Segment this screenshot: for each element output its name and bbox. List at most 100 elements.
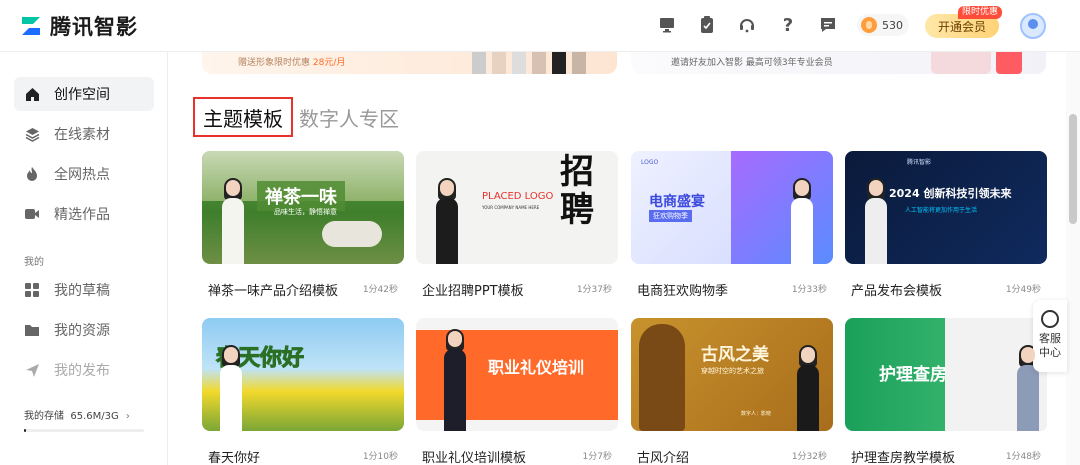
presenter-figure (797, 345, 819, 431)
sidebar-item-online-materials[interactable]: 在线素材 (14, 117, 154, 151)
banner-gift-box (996, 52, 1022, 74)
tab-digital-human[interactable]: 数字人专区 (299, 103, 399, 132)
template-card-ancient-style[interactable]: 古风之美 穿越时空的艺术之旅 数字人：影晓 古风介绍 1分32秒 (631, 318, 833, 465)
sidebar-item-drafts[interactable]: 我的草稿 (14, 273, 154, 307)
template-thumbnail[interactable]: 护理查房 (845, 318, 1047, 431)
thumbnail-subtitle: 狂欢购物季 (649, 210, 692, 222)
customer-service-button[interactable]: 客服中心 (1033, 300, 1067, 372)
banner-figure (532, 52, 546, 74)
grid-icon (24, 282, 40, 298)
template-title: 企业招聘PPT模板 (422, 284, 524, 299)
banner-figure (572, 52, 586, 74)
template-duration: 1分7秒 (582, 452, 612, 462)
presenter-figure (444, 329, 466, 431)
thumbnail-title: 招聘 (560, 152, 594, 230)
template-card-nursing-round[interactable]: 护理查房 护理查房教学模板 1分48秒 (845, 318, 1047, 465)
template-title: 古风介绍 (637, 451, 690, 465)
template-thumbnail[interactable]: 职业礼仪培训 (416, 318, 618, 431)
help-icon[interactable]: ? (778, 15, 798, 36)
thumbnail-logo-text: 腾讯智影 (907, 159, 932, 166)
thumbnail-logo-text: LOGO (641, 159, 659, 166)
presenter-figure (865, 178, 887, 264)
thumbnail-subtitle: PLACED LOGO (482, 191, 554, 202)
sidebar-item-create-space[interactable]: 创作空间 (14, 77, 154, 111)
thumbnail-subtitle: 品味生活，静悟禅意 (274, 208, 337, 216)
logo-icon (22, 17, 40, 35)
template-thumbnail[interactable]: 禅茶一味 品味生活，静悟禅意 (202, 151, 404, 264)
promo-banner-avatar[interactable]: 赠送形象限时优惠 28元/月 (202, 52, 617, 74)
app-name: 腾讯智影 (50, 15, 138, 39)
template-card-product-launch[interactable]: 腾讯智影 2024 创新科技引领未来 人工智能将更加作用于生活 产品发布会模板 … (845, 151, 1047, 299)
template-duration: 1分33秒 (791, 285, 827, 295)
template-title: 春天你好 (208, 451, 261, 465)
coin-icon (861, 17, 877, 33)
promo-banner-invite[interactable]: 邀请好友加入智影 最高可领3年专业会员 (631, 52, 1046, 74)
template-card-zen-tea[interactable]: 禅茶一味 品味生活，静悟禅意 禅茶一味产品介绍模板 1分42秒 (202, 151, 404, 299)
thumbnail-caption: YOUR COMPANY NAME HERE (482, 205, 540, 210)
tab-theme-templates[interactable]: 主题模板 (193, 97, 293, 137)
sidebar-item-resources[interactable]: 我的资源 (14, 313, 154, 347)
presenter-figure (222, 178, 244, 264)
template-duration: 1分10秒 (362, 452, 398, 462)
template-thumbnail[interactable]: LOGO 电商盛宴 狂欢购物季 (631, 151, 833, 264)
chevron-right-icon: › (125, 411, 130, 422)
template-card-recruitment[interactable]: PLACED LOGO YOUR COMPANY NAME HERE 招聘 企业… (416, 151, 618, 299)
template-thumbnail[interactable]: 古风之美 穿越时空的艺术之旅 数字人：影晓 (631, 318, 833, 431)
customer-service-label: 客服中心 (1039, 332, 1061, 359)
headset-icon (1041, 310, 1059, 328)
sidebar-item-label: 我的发布 (54, 363, 110, 379)
home-icon (24, 86, 40, 102)
sidebar-item-label: 在线素材 (54, 127, 110, 143)
template-thumbnail[interactable]: 腾讯智影 2024 创新科技引领未来 人工智能将更加作用于生活 (845, 151, 1047, 264)
scrollbar-thumb[interactable] (1069, 114, 1077, 224)
monitor-icon[interactable] (657, 15, 677, 35)
sidebar-item-featured[interactable]: 精选作品 (14, 197, 154, 231)
template-card-etiquette[interactable]: 职业礼仪培训 职业礼仪培训模板 1分7秒 (416, 318, 618, 465)
presenter-figure (220, 345, 242, 431)
sidebar-item-label: 我的资源 (54, 323, 110, 339)
banner-figure (492, 52, 506, 74)
app-logo[interactable]: 腾讯智影 (20, 11, 138, 41)
template-thumbnail[interactable]: 春天你好 (202, 318, 404, 431)
banner-figure (472, 52, 486, 74)
send-icon (24, 362, 40, 378)
thumbnail-caption: 数字人：影晓 (741, 411, 772, 417)
clipboard-icon[interactable] (697, 15, 717, 35)
template-title: 禅茶一味产品介绍模板 (208, 284, 339, 299)
banner-text: 邀请好友加入智影 最高可领3年专业会员 (671, 58, 833, 68)
top-bar: 腾讯智影 ? 530 开通会员 限时优惠 (0, 0, 1080, 52)
template-title: 职业礼仪培训模板 (422, 451, 527, 465)
headset-icon[interactable] (737, 15, 757, 35)
template-title: 电商狂欢购物季 (637, 284, 729, 299)
banner-caption: 赠送形象限时优惠 (238, 58, 313, 68)
template-duration: 1分32秒 (791, 452, 827, 462)
sidebar-item-label: 全网热点 (54, 167, 110, 183)
thumbnail-title: 电商盛宴 (649, 194, 705, 210)
template-title: 护理查房教学模板 (851, 451, 956, 465)
thumbnail-subtitle: 人工智能将更加作用于生活 (905, 207, 978, 214)
template-duration: 1分48秒 (1005, 452, 1041, 462)
template-thumbnail[interactable]: PLACED LOGO YOUR COMPANY NAME HERE 招聘 (416, 151, 618, 264)
thumbnail-subtitle: 穿越时空的艺术之旅 (701, 367, 764, 375)
section-label-mine: 我的 (24, 257, 44, 268)
storage-info[interactable]: 我的存储 65.6M/3G › (24, 407, 130, 422)
avatar[interactable] (1020, 13, 1046, 39)
banner-gift-box (931, 52, 991, 74)
coin-balance[interactable]: 530 (857, 14, 909, 36)
template-duration: 1分49秒 (1005, 285, 1041, 295)
flame-icon (24, 166, 40, 182)
sidebar-item-trending[interactable]: 全网热点 (14, 157, 154, 191)
sidebar: 创作空间 在线素材 全网热点 精选作品 我的 我的草稿 我的资源 我的发布 我的… (0, 52, 168, 465)
storage-progress-fill (24, 429, 27, 432)
template-card-spring[interactable]: 春天你好 春天你好 1分10秒 (202, 318, 404, 465)
thumbnail-title: 职业礼仪培训 (488, 358, 585, 377)
template-tabs: 主题模板 数字人专区 (193, 96, 399, 138)
sidebar-item-published[interactable]: 我的发布 (14, 353, 154, 387)
page-scrollbar[interactable] (1066, 52, 1080, 465)
storage-progress (24, 429, 144, 432)
message-icon[interactable] (818, 15, 838, 35)
main-content: 赠送形象限时优惠 28元/月 邀请好友加入智影 最高可领3年专业会员 主题模板 … (169, 52, 1066, 465)
banner-text: 赠送形象限时优惠 28元/月 (238, 55, 345, 68)
template-card-ecommerce[interactable]: LOGO 电商盛宴 狂欢购物季 电商狂欢购物季 1分33秒 (631, 151, 833, 299)
video-icon (24, 206, 40, 222)
